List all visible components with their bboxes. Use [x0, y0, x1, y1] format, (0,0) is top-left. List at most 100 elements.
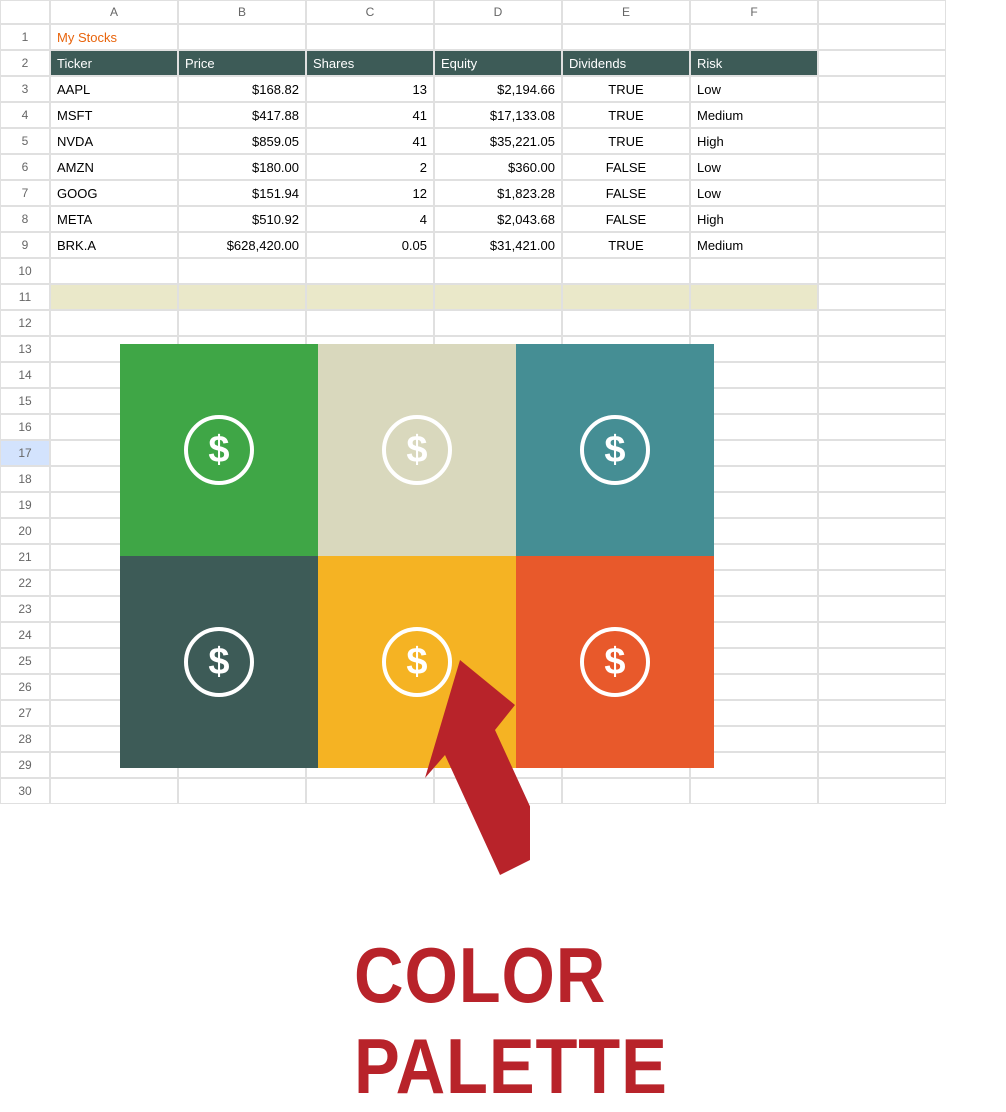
cell-ticker[interactable]: BRK.A	[50, 232, 178, 258]
cell[interactable]	[434, 310, 562, 336]
cell[interactable]	[178, 284, 306, 310]
cell-dividends[interactable]: TRUE	[562, 102, 690, 128]
cell-shares[interactable]: 41	[306, 128, 434, 154]
row-header[interactable]: 18	[0, 466, 50, 492]
cell-price[interactable]: $510.92	[178, 206, 306, 232]
row-header[interactable]: 6	[0, 154, 50, 180]
cell[interactable]	[818, 414, 946, 440]
cell[interactable]	[818, 622, 946, 648]
row-header[interactable]: 25	[0, 648, 50, 674]
cell[interactable]	[818, 570, 946, 596]
cell[interactable]	[434, 258, 562, 284]
cell[interactable]	[818, 440, 946, 466]
cell-risk[interactable]: High	[690, 206, 818, 232]
cell-equity[interactable]: $17,133.08	[434, 102, 562, 128]
row-header[interactable]: 16	[0, 414, 50, 440]
cell-ticker[interactable]: AAPL	[50, 76, 178, 102]
cell-shares[interactable]: 41	[306, 102, 434, 128]
cell-risk[interactable]: Low	[690, 76, 818, 102]
cell[interactable]	[818, 492, 946, 518]
cell[interactable]	[818, 258, 946, 284]
col-header-b[interactable]: B	[178, 0, 306, 24]
cell[interactable]	[818, 544, 946, 570]
cell-ticker[interactable]: GOOG	[50, 180, 178, 206]
cell[interactable]	[178, 258, 306, 284]
col-header-f[interactable]: F	[690, 0, 818, 24]
row-header[interactable]: 22	[0, 570, 50, 596]
cell[interactable]	[818, 388, 946, 414]
row-header[interactable]: 21	[0, 544, 50, 570]
cell[interactable]	[818, 700, 946, 726]
cell-equity[interactable]: $1,823.28	[434, 180, 562, 206]
cell[interactable]	[818, 102, 946, 128]
cell-risk[interactable]: Low	[690, 180, 818, 206]
cell[interactable]	[818, 206, 946, 232]
cell[interactable]	[818, 24, 946, 50]
row-header[interactable]: 12	[0, 310, 50, 336]
row-header[interactable]: 7	[0, 180, 50, 206]
cell[interactable]	[818, 466, 946, 492]
row-header[interactable]: 28	[0, 726, 50, 752]
cell[interactable]	[50, 258, 178, 284]
cell-shares[interactable]: 13	[306, 76, 434, 102]
row-header[interactable]: 14	[0, 362, 50, 388]
cell-equity[interactable]: $2,043.68	[434, 206, 562, 232]
cell[interactable]	[690, 310, 818, 336]
cell-risk[interactable]: High	[690, 128, 818, 154]
cell[interactable]	[50, 310, 178, 336]
cell[interactable]	[818, 154, 946, 180]
cell[interactable]	[818, 518, 946, 544]
cell-shares[interactable]: 12	[306, 180, 434, 206]
cell[interactable]	[562, 284, 690, 310]
row-header[interactable]: 15	[0, 388, 50, 414]
cell[interactable]	[818, 50, 946, 76]
cell[interactable]	[818, 336, 946, 362]
col-header-blank[interactable]	[818, 0, 946, 24]
col-header-d[interactable]: D	[434, 0, 562, 24]
cell[interactable]	[690, 778, 818, 804]
cell[interactable]	[306, 310, 434, 336]
row-header[interactable]: 8	[0, 206, 50, 232]
cell[interactable]	[818, 362, 946, 388]
row-header[interactable]: 1	[0, 24, 50, 50]
cell[interactable]	[50, 778, 178, 804]
cell[interactable]	[562, 310, 690, 336]
cell-risk[interactable]: Medium	[690, 232, 818, 258]
cell[interactable]	[306, 258, 434, 284]
corner-cell[interactable]	[0, 0, 50, 24]
cell[interactable]	[818, 596, 946, 622]
row-header[interactable]: 26	[0, 674, 50, 700]
title-cell[interactable]: My Stocks	[50, 24, 178, 50]
cell-shares[interactable]: 2	[306, 154, 434, 180]
row-header[interactable]: 11	[0, 284, 50, 310]
header-ticker[interactable]: Ticker	[50, 50, 178, 76]
cell[interactable]	[306, 778, 434, 804]
cell[interactable]	[562, 258, 690, 284]
row-header[interactable]: 13	[0, 336, 50, 362]
cell-risk[interactable]: Medium	[690, 102, 818, 128]
cell[interactable]	[818, 648, 946, 674]
cell-risk[interactable]: Low	[690, 154, 818, 180]
row-header[interactable]: 2	[0, 50, 50, 76]
row-header[interactable]: 10	[0, 258, 50, 284]
row-header[interactable]: 27	[0, 700, 50, 726]
cell[interactable]	[818, 310, 946, 336]
cell-price[interactable]: $417.88	[178, 102, 306, 128]
cell-price[interactable]: $151.94	[178, 180, 306, 206]
cell-equity[interactable]: $360.00	[434, 154, 562, 180]
cell[interactable]	[818, 674, 946, 700]
cell-ticker[interactable]: MSFT	[50, 102, 178, 128]
col-header-e[interactable]: E	[562, 0, 690, 24]
row-header[interactable]: 29	[0, 752, 50, 778]
col-header-a[interactable]: A	[50, 0, 178, 24]
cell-shares[interactable]: 4	[306, 206, 434, 232]
cell[interactable]	[434, 284, 562, 310]
cell-price[interactable]: $628,420.00	[178, 232, 306, 258]
row-header[interactable]: 5	[0, 128, 50, 154]
cell-dividends[interactable]: TRUE	[562, 232, 690, 258]
cell-price[interactable]: $180.00	[178, 154, 306, 180]
cell-equity[interactable]: $2,194.66	[434, 76, 562, 102]
cell-equity[interactable]: $31,421.00	[434, 232, 562, 258]
cell[interactable]	[818, 180, 946, 206]
header-shares[interactable]: Shares	[306, 50, 434, 76]
